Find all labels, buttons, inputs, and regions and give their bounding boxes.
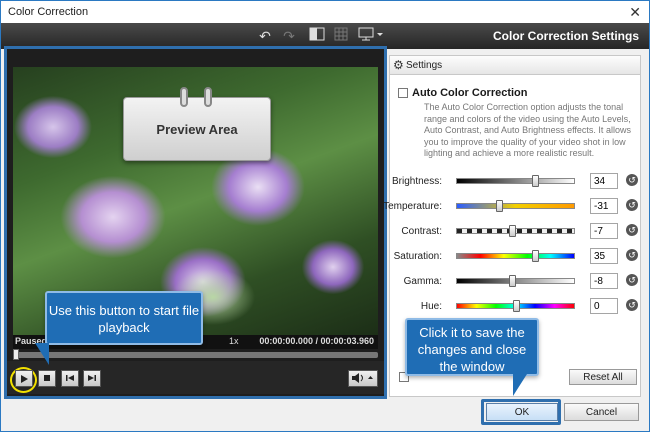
next-frame-button[interactable]: [83, 370, 101, 387]
color-correction-window: Color Correction ✕ ↶ ↷ Color Correction …: [0, 0, 650, 432]
contrast-slider[interactable]: [456, 225, 575, 237]
redo-icon[interactable]: ↷: [279, 27, 299, 45]
ok-button[interactable]: OK: [486, 403, 558, 421]
gamma-reset-icon[interactable]: ↺: [626, 274, 638, 286]
hue-reset-icon[interactable]: ↺: [626, 299, 638, 311]
ok-callout-pointer: [513, 374, 527, 396]
player-pane: Preview Area Paused 1x 00:00:00.000 / 00…: [4, 46, 387, 399]
brightness-value-field[interactable]: [590, 173, 618, 189]
gear-icon: ⚙: [393, 58, 404, 72]
settings-heading: Color Correction Settings: [492, 29, 639, 43]
temperature-row: Temperature: ↺: [383, 198, 642, 214]
split-view-icon[interactable]: [307, 27, 327, 45]
reset-all-button[interactable]: Reset All: [569, 369, 637, 385]
title-bar: Color Correction ✕: [1, 1, 649, 23]
grid-icon[interactable]: [331, 27, 351, 45]
cancel-button[interactable]: Cancel: [564, 403, 639, 421]
binder-ring: [180, 87, 188, 107]
saturation-value-field[interactable]: [590, 248, 618, 264]
brightness-label: Brightness:: [391, 176, 442, 187]
seek-thumb[interactable]: [13, 349, 19, 360]
window-title: Color Correction: [8, 6, 89, 18]
brightness-slider-thumb[interactable]: [532, 175, 540, 187]
stop-button[interactable]: [38, 370, 56, 387]
close-icon[interactable]: ✕: [629, 4, 641, 21]
preview-area-card: Preview Area: [123, 87, 271, 161]
volume-button[interactable]: [348, 370, 378, 387]
temperature-label: Temperature:: [383, 201, 442, 212]
brightness-row: Brightness: ↺: [390, 173, 642, 189]
playback-time: 00:00:00.000 / 00:00:03.960: [259, 336, 374, 346]
gamma-value-field[interactable]: [590, 273, 618, 289]
brightness-reset-icon[interactable]: ↺: [626, 174, 638, 186]
temperature-reset-icon[interactable]: ↺: [626, 199, 638, 211]
ok-callout: Click it to save the changes and close t…: [405, 318, 539, 376]
preview-area-label: Preview Area: [156, 122, 238, 137]
gamma-slider[interactable]: [456, 275, 575, 287]
settings-header-label: Settings: [406, 60, 443, 71]
hue-row: Hue: ↺: [390, 298, 642, 314]
contrast-reset-icon[interactable]: ↺: [626, 224, 638, 236]
play-callout-pointer: [35, 343, 49, 365]
playback-speed[interactable]: 1x: [229, 336, 239, 346]
auto-color-correction-description: The Auto Color Correction option adjusts…: [424, 102, 631, 158]
brightness-slider[interactable]: [456, 175, 575, 187]
saturation-slider[interactable]: [456, 250, 575, 262]
gamma-slider-thumb[interactable]: [508, 275, 516, 287]
hue-slider-thumb[interactable]: [513, 300, 520, 312]
auto-color-correction-checkbox[interactable]: [398, 88, 408, 98]
monitor-icon[interactable]: [357, 27, 385, 45]
contrast-label: Contrast:: [401, 226, 442, 237]
temperature-slider-thumb[interactable]: [496, 200, 504, 212]
saturation-row: Saturation: ↺: [390, 248, 642, 264]
contrast-row: Contrast: ↺: [390, 223, 642, 239]
ok-callout-text: Click it to save the changes and close t…: [417, 325, 527, 374]
seek-bar[interactable]: [13, 349, 378, 360]
saturation-label: Saturation:: [393, 251, 442, 262]
temperature-slider[interactable]: [456, 200, 575, 212]
contrast-value-field[interactable]: [590, 223, 618, 239]
hue-value-field[interactable]: [590, 298, 618, 314]
saturation-slider-thumb[interactable]: [532, 250, 540, 262]
contrast-slider-thumb[interactable]: [508, 225, 516, 237]
play-callout-text: Use this button to start file playback: [48, 303, 200, 335]
temperature-value-field[interactable]: [590, 198, 618, 214]
hue-label: Hue:: [420, 301, 442, 312]
binder-ring: [204, 87, 212, 107]
gamma-label: Gamma:: [403, 276, 442, 287]
play-callout: Use this button to start file playback: [45, 291, 203, 345]
undo-icon[interactable]: ↶: [255, 27, 275, 45]
hue-slider[interactable]: [456, 300, 575, 312]
play-button[interactable]: [15, 370, 33, 387]
settings-header: ⚙ Settings: [389, 55, 641, 75]
gamma-row: Gamma: ↺: [390, 273, 642, 289]
previous-frame-button[interactable]: [61, 370, 79, 387]
playback-controls: [7, 361, 384, 394]
auto-color-correction-label[interactable]: Auto Color Correction: [412, 87, 528, 99]
saturation-reset-icon[interactable]: ↺: [626, 249, 638, 261]
